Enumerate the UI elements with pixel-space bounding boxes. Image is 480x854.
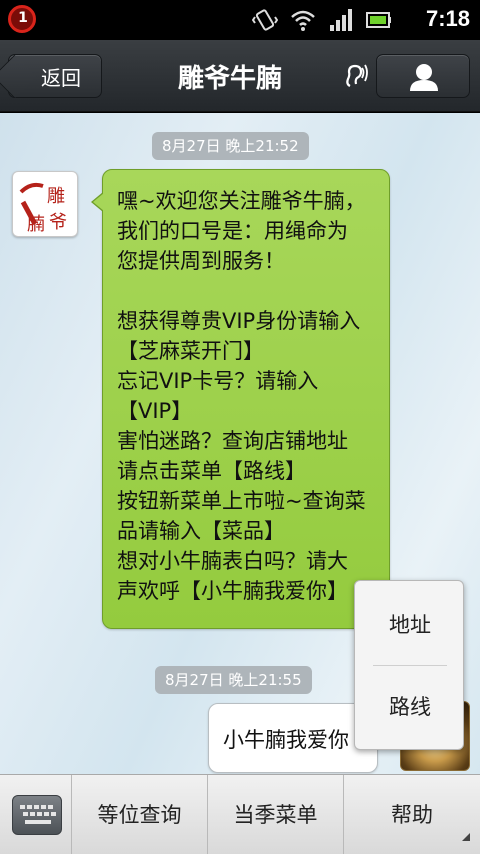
menu-help[interactable]: 帮助 <box>344 775 480 854</box>
message-line: 害怕迷路？查询店铺地址 <box>117 429 348 453</box>
svg-text:爷: 爷 <box>49 212 67 233</box>
person-icon <box>410 64 438 91</box>
logo-icon: 雕 腩 爷 <box>19 182 67 235</box>
menu-help-label: 帮助 <box>391 803 433 827</box>
help-popup-menu: 地址 路线 <box>354 580 464 750</box>
menu-divider <box>373 665 447 666</box>
message-line: 想对小牛腩表白吗？请大 <box>117 549 348 573</box>
signal-icon <box>330 9 352 31</box>
wifi-icon <box>291 10 315 31</box>
svg-text:雕: 雕 <box>47 186 65 207</box>
title-bar: 返回 雕爷牛腩 <box>0 40 480 112</box>
submenu-indicator-icon <box>462 833 470 841</box>
keyboard-toggle-button[interactable] <box>0 775 72 854</box>
svg-text:腩: 腩 <box>27 214 45 235</box>
message-line: 忘记VIP卡号？请输入 <box>117 369 319 393</box>
back-button-label: 返回 <box>41 65 81 90</box>
timestamp: 8月27日 晚上21:52 <box>152 132 309 160</box>
menu-queue-query[interactable]: 等位查询 <box>72 775 208 854</box>
incoming-message-bubble[interactable]: 嘿~欢迎您关注雕爷牛腩， 我们的口号是：用绳命为 您提供周到服务！ 想获得尊贵V… <box>91 169 390 629</box>
keyboard-icon <box>12 795 62 835</box>
message-line: 想获得尊贵VIP身份请输入 <box>117 309 361 333</box>
message-line: 我们的口号是：用绳命为 <box>117 219 348 243</box>
notification-count: 1 <box>18 10 28 26</box>
message-line: 【VIP】 <box>117 399 193 423</box>
outgoing-message-bubble[interactable]: 小牛腩我爱你 <box>208 703 378 773</box>
status-bar: 1 7:18 <box>0 0 480 40</box>
message-line: 品请输入【菜品】 <box>117 519 285 543</box>
message-line: 请点击菜单【路线】 <box>117 459 306 483</box>
message-line <box>117 276 379 306</box>
menu-item-address[interactable]: 地址 <box>355 585 465 665</box>
message-line: 嘿~欢迎您关注雕爷牛腩， <box>117 189 366 213</box>
profile-button[interactable] <box>376 54 470 98</box>
bottom-menu-bar: 等位查询 当季菜单 帮助 <box>0 774 480 854</box>
back-button[interactable]: 返回 <box>8 54 102 98</box>
ear-icon[interactable] <box>340 62 368 90</box>
page-title: 雕爷牛腩 <box>177 64 282 94</box>
message-line: 按钮新菜单上市啦~查询菜 <box>117 489 366 513</box>
alarm-notification-icon[interactable]: 1 <box>6 4 40 34</box>
status-time: 7:18 <box>425 6 470 31</box>
timestamp: 8月27日 晚上21:55 <box>155 666 312 694</box>
vibrate-icon <box>252 9 278 31</box>
avatar[interactable]: 雕 腩 爷 <box>12 171 78 237</box>
message-line: 声欢呼【小牛腩我爱你】 <box>117 579 348 603</box>
battery-icon <box>366 12 391 28</box>
menu-item-route[interactable]: 路线 <box>355 667 465 747</box>
message-line: 【芝麻菜开门】 <box>117 339 264 363</box>
message-line: 您提供周到服务！ <box>117 249 285 273</box>
menu-seasonal-menu[interactable]: 当季菜单 <box>208 775 344 854</box>
